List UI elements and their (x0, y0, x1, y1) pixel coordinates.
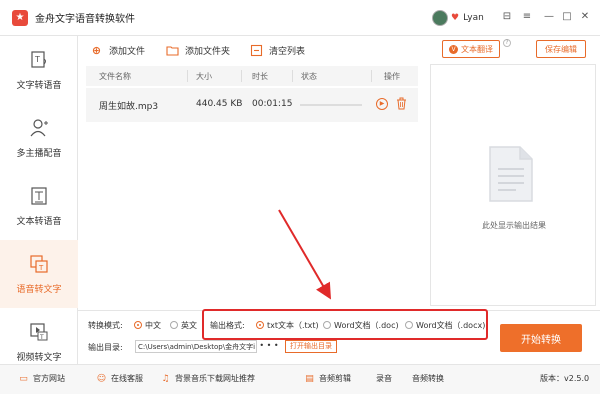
add-folder-label: 添加文件夹 (185, 46, 231, 57)
version-text: 版本：v2.5.0 (540, 374, 590, 383)
bg-music-label: 背景音乐下载网址推荐 (175, 374, 255, 383)
online-service-link[interactable]: ☺ 在线客服 (96, 373, 143, 384)
bg-music-link[interactable]: ♫ 背景音乐下载网址推荐 (160, 373, 255, 384)
text-translate-label: 文本翻译 (461, 44, 493, 54)
clear-list-label: 清空列表 (269, 46, 306, 57)
sidebar-item-document-to-speech[interactable]: 文本转语音 (0, 172, 78, 240)
output-dir-label: 输出目录: (88, 343, 123, 352)
folder-icon (166, 45, 179, 56)
audio-edit-label: 音频剪辑 (319, 374, 351, 383)
sidebar-item-label: 语音转文字 (16, 284, 62, 295)
save-edit-button[interactable]: 保存编辑 (536, 40, 586, 58)
clear-list-button[interactable]: 清空列表 (250, 40, 305, 60)
close-button[interactable]: ✕ (578, 10, 592, 24)
mode-radio-english[interactable] (170, 321, 178, 329)
document-to-speech-icon (31, 186, 47, 205)
audio-edit-icon: ▤ (305, 373, 314, 384)
sidebar: T 文字转语音 多主播配音 文本转语音 T 语音转文字 T 视频转文字 (0, 36, 78, 364)
avatar[interactable] (432, 10, 448, 26)
output-preview-panel: 此处显示输出结果 (430, 64, 596, 306)
maximize-button[interactable]: □ (560, 10, 574, 24)
format-option-docx[interactable]: Word文档（.docx) (416, 320, 485, 331)
column-header-actions: 操作 (384, 72, 400, 81)
output-dir-field[interactable]: C:\Users\admin\Desktop\金舟文字i (135, 340, 257, 353)
toolbar: ⊕ 添加文件 添加文件夹 清空列表 (78, 36, 600, 64)
online-service-label: 在线客服 (111, 374, 143, 383)
text-to-speech-icon: T (31, 50, 46, 68)
app-title: 金舟文字语音转换软件 (35, 14, 135, 25)
footer-bar: ▭ 官方网站 ☺ 在线客服 ♫ 背景音乐下载网址推荐 ▤ 音频剪辑 录音 音频转… (0, 364, 600, 394)
minimize-button[interactable]: — (542, 10, 556, 24)
audio-convert-link[interactable]: 音频转换 (412, 373, 444, 384)
table-header: 文件名称 大小 时长 状态 操作 (86, 66, 418, 86)
multi-speaker-icon (30, 118, 48, 136)
file-size: 440.45 KB (196, 99, 243, 109)
open-output-dir-button[interactable]: 打开输出目录 (285, 340, 337, 353)
column-header-name: 文件名称 (99, 72, 131, 81)
add-folder-button[interactable]: 添加文件夹 (166, 40, 230, 60)
column-header-size: 大小 (196, 72, 212, 81)
music-icon: ♫ (161, 373, 170, 384)
format-option-txt[interactable]: txt文本（.txt) (267, 320, 319, 331)
add-file-label: 添加文件 (109, 46, 146, 57)
sidebar-item-speech-to-text[interactable]: T 语音转文字 (0, 240, 78, 308)
table-row[interactable]: 周生如故.mp3 440.45 KB 00:01:15 ▶ (86, 88, 418, 122)
svg-text:T: T (34, 55, 40, 64)
video-to-text-icon: T (30, 322, 48, 341)
svg-text:T: T (39, 334, 44, 341)
plus-circle-icon: ⊕ (91, 43, 102, 57)
sidebar-item-multi-speaker[interactable]: 多主播配音 (0, 104, 78, 172)
user-name[interactable]: Lyan (463, 13, 484, 23)
audio-edit-link[interactable]: ▤ 音频剪辑 (304, 373, 351, 384)
vip-heart-icon: ♥ (451, 13, 460, 23)
format-radio-doc[interactable] (323, 321, 331, 329)
mode-radio-chinese[interactable] (134, 321, 142, 329)
column-header-status: 状态 (301, 72, 317, 81)
mode-option-chinese[interactable]: 中文 (145, 320, 161, 331)
format-radio-docx[interactable] (405, 321, 413, 329)
clear-list-icon (250, 44, 263, 56)
preview-placeholder-text: 此处显示输出结果 (482, 221, 546, 230)
play-icon[interactable]: ▶ (376, 98, 388, 110)
status-progress-bar (300, 104, 362, 106)
text-translate-button[interactable]: V 文本翻译 (442, 40, 500, 58)
skin-icon[interactable]: ⊟ (500, 10, 514, 24)
help-icon[interactable]: ? (503, 39, 511, 47)
column-header-duration: 时长 (252, 72, 268, 81)
record-link[interactable]: 录音 (376, 373, 392, 384)
user-account[interactable]: ♥ Lyan (432, 10, 484, 26)
column-divider (241, 70, 242, 82)
sidebar-item-label: 文字转语音 (16, 80, 62, 91)
sidebar-item-text-to-speech[interactable]: T 文字转语音 (0, 36, 78, 104)
file-duration: 00:01:15 (252, 99, 293, 109)
monitor-icon: ▭ (19, 373, 28, 384)
svg-text:T: T (38, 264, 44, 272)
add-file-button[interactable]: ⊕ 添加文件 (90, 40, 145, 60)
format-label: 输出格式: (210, 321, 245, 330)
mode-option-english[interactable]: 英文 (181, 320, 197, 331)
trash-icon[interactable] (396, 97, 407, 110)
official-site-link[interactable]: ▭ 官方网站 (18, 373, 65, 384)
browse-button[interactable]: • • • (259, 340, 279, 353)
customer-service-icon: ☺ (96, 373, 107, 384)
file-table: 文件名称 大小 时长 状态 操作 周生如故.mp3 440.45 KB 00:0… (86, 66, 418, 306)
column-divider (292, 70, 293, 82)
sidebar-item-label: 视频转文字 (16, 352, 62, 363)
format-radio-txt[interactable] (256, 321, 264, 329)
column-divider (187, 70, 188, 82)
file-name: 周生如故.mp3 (99, 102, 159, 112)
sidebar-item-label: 文本转语音 (16, 216, 62, 227)
speech-to-text-icon: T (30, 254, 48, 273)
format-option-doc[interactable]: Word文档（.doc) (334, 320, 399, 331)
document-placeholder-icon (489, 146, 533, 202)
sidebar-item-label: 多主播配音 (16, 148, 62, 159)
column-divider (371, 70, 372, 82)
start-convert-button[interactable]: 开始转换 (500, 324, 582, 352)
translate-icon: V (449, 44, 458, 54)
official-site-label: 官方网站 (33, 374, 65, 383)
mode-label: 转换模式: (88, 321, 123, 330)
app-logo-icon: ★ (12, 9, 28, 26)
menu-icon[interactable]: ≡ (520, 10, 534, 24)
